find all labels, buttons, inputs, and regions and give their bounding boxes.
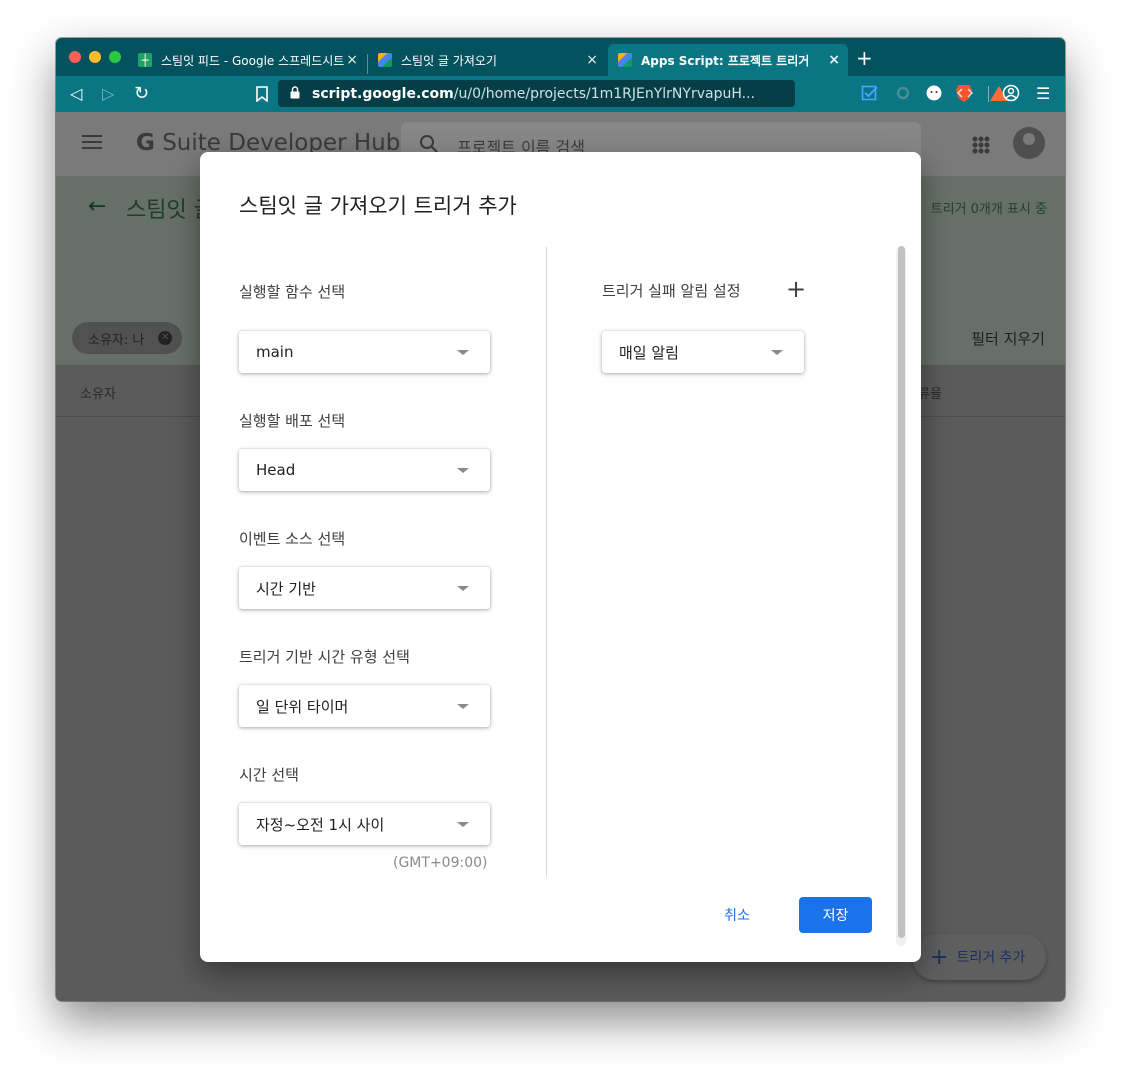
dropdown-arrow-icon bbox=[457, 586, 469, 591]
time-type-label: 트리거 기반 시간 유형 선택 bbox=[239, 648, 410, 666]
close-icon[interactable]: × bbox=[828, 52, 840, 68]
back-icon[interactable]: ◁ bbox=[70, 84, 82, 104]
face-extension-icon[interactable] bbox=[925, 84, 943, 102]
tab-label: Apps Script: 프로젝트 트리거 bbox=[641, 53, 810, 68]
tab-script-project[interactable]: 스팀잇 글 가져오기 × bbox=[368, 44, 606, 76]
event-source-select[interactable]: 시간 기반 bbox=[239, 567, 490, 609]
close-icon[interactable]: × bbox=[586, 52, 598, 68]
dialog-title: 스팀잇 글 가져오기 트리거 추가 bbox=[239, 194, 517, 218]
reload-icon[interactable]: ↻ bbox=[134, 84, 149, 104]
dropdown-arrow-icon bbox=[457, 822, 469, 827]
add-trigger-dialog: 스팀잇 글 가져오기 트리거 추가 실행할 함수 선택 main 실행할 배포 … bbox=[200, 152, 921, 962]
clear-chip-icon[interactable]: ✕ bbox=[158, 331, 173, 345]
add-notification-button[interactable]: + bbox=[786, 277, 806, 301]
profile-icon[interactable] bbox=[1002, 84, 1020, 102]
time-of-day-value: 자정~오전 1시 사이 bbox=[256, 815, 385, 834]
tab-triggers[interactable]: Apps Script: 프로젝트 트리거 × bbox=[608, 44, 848, 76]
address-bar[interactable]: script.google.com/u/0/home/projects/1m1R… bbox=[278, 80, 1008, 107]
deployment-select[interactable]: Head bbox=[239, 449, 490, 491]
search-icon bbox=[420, 135, 438, 153]
close-window-button[interactable] bbox=[69, 51, 81, 63]
function-label: 실행할 함수 선택 bbox=[239, 283, 346, 301]
clear-filter-button[interactable]: 필터 지우기 bbox=[971, 328, 1045, 349]
lock-icon bbox=[290, 86, 300, 99]
dropdown-arrow-icon bbox=[457, 350, 469, 355]
time-of-day-select[interactable]: 자정~오전 1시 사이 bbox=[239, 803, 490, 845]
code-extension-icon[interactable] bbox=[956, 84, 974, 102]
plus-icon: + bbox=[930, 944, 949, 970]
notification-frequency-select[interactable]: 매일 알림 bbox=[602, 331, 804, 373]
apps-script-icon bbox=[618, 53, 632, 67]
deployment-value: Head bbox=[256, 461, 296, 479]
sheets-icon: ┼ bbox=[138, 53, 152, 67]
apps-grid-icon[interactable] bbox=[972, 136, 990, 154]
add-trigger-label: 트리거 추가 bbox=[956, 950, 1026, 966]
column-header-error-rate[interactable]: 류율 bbox=[918, 383, 942, 402]
minimize-window-button[interactable] bbox=[89, 51, 101, 63]
tab-label: 스팀잇 피드 - Google 스프레드시트 bbox=[161, 53, 345, 68]
function-value: main bbox=[256, 343, 294, 361]
tab-sheets[interactable]: ┼ 스팀잇 피드 - Google 스프레드시트 × bbox=[128, 44, 366, 76]
tab-label: 스팀잇 글 가져오기 bbox=[401, 53, 497, 68]
event-source-label: 이벤트 소스 선택 bbox=[239, 530, 346, 548]
dropdown-arrow-icon bbox=[457, 704, 469, 709]
hamburger-menu-icon[interactable] bbox=[82, 135, 102, 149]
cancel-button[interactable]: 취소 bbox=[714, 897, 760, 933]
event-source-value: 시간 기반 bbox=[256, 579, 316, 598]
menu-icon[interactable]: ☰ bbox=[1036, 84, 1050, 104]
dropdown-arrow-icon bbox=[771, 350, 783, 355]
url-host: script.google.com bbox=[312, 85, 454, 102]
toolbar-divider bbox=[988, 86, 989, 102]
checkbox-extension-icon[interactable] bbox=[861, 84, 879, 102]
save-button[interactable]: 저장 bbox=[799, 897, 872, 933]
maximize-window-button[interactable] bbox=[109, 51, 121, 63]
close-icon[interactable]: × bbox=[346, 52, 358, 68]
scrollbar-thumb[interactable] bbox=[898, 246, 905, 938]
time-of-day-label: 시간 선택 bbox=[239, 766, 299, 784]
navigation-bar: ◁ ▷ ↻ script.google.com/u/0/home/project… bbox=[56, 76, 1065, 112]
timezone-note: (GMT+09:00) bbox=[393, 855, 488, 871]
brand-logo-letter: G bbox=[136, 130, 155, 156]
tab-bar: ┼ 스팀잇 피드 - Google 스프레드시트 × 스팀잇 글 가져오기 × … bbox=[56, 38, 1065, 76]
back-arrow-icon[interactable]: ← bbox=[88, 194, 106, 219]
dropdown-arrow-icon bbox=[457, 468, 469, 473]
apps-script-icon bbox=[378, 53, 392, 67]
time-type-select[interactable]: 일 단위 타이머 bbox=[239, 685, 490, 727]
deployment-label: 실행할 배포 선택 bbox=[239, 412, 346, 430]
time-type-value: 일 단위 타이머 bbox=[256, 697, 349, 716]
function-select[interactable]: main bbox=[239, 331, 490, 373]
notification-frequency-value: 매일 알림 bbox=[619, 343, 679, 362]
avatar[interactable] bbox=[1013, 127, 1045, 159]
gear-extension-icon[interactable] bbox=[894, 84, 912, 102]
add-trigger-button[interactable]: + 트리거 추가 bbox=[912, 934, 1046, 980]
owner-filter-chip[interactable]: 소유자: 나 ✕ bbox=[72, 322, 183, 354]
failure-notification-label: 트리거 실패 알림 설정 bbox=[602, 282, 741, 300]
column-divider bbox=[546, 247, 547, 877]
trigger-count: 트리거 0개개 표시 중 bbox=[930, 202, 1047, 217]
url-path: /u/0/home/projects/1m1RJEnYlrNYrvapuH... bbox=[453, 85, 755, 102]
new-tab-button[interactable]: + bbox=[856, 48, 873, 68]
column-header-owner[interactable]: 소유자 bbox=[80, 383, 116, 402]
bookmark-icon[interactable] bbox=[256, 86, 268, 102]
chip-label: 소유자: 나 bbox=[88, 332, 145, 348]
forward-icon[interactable]: ▷ bbox=[102, 84, 114, 104]
